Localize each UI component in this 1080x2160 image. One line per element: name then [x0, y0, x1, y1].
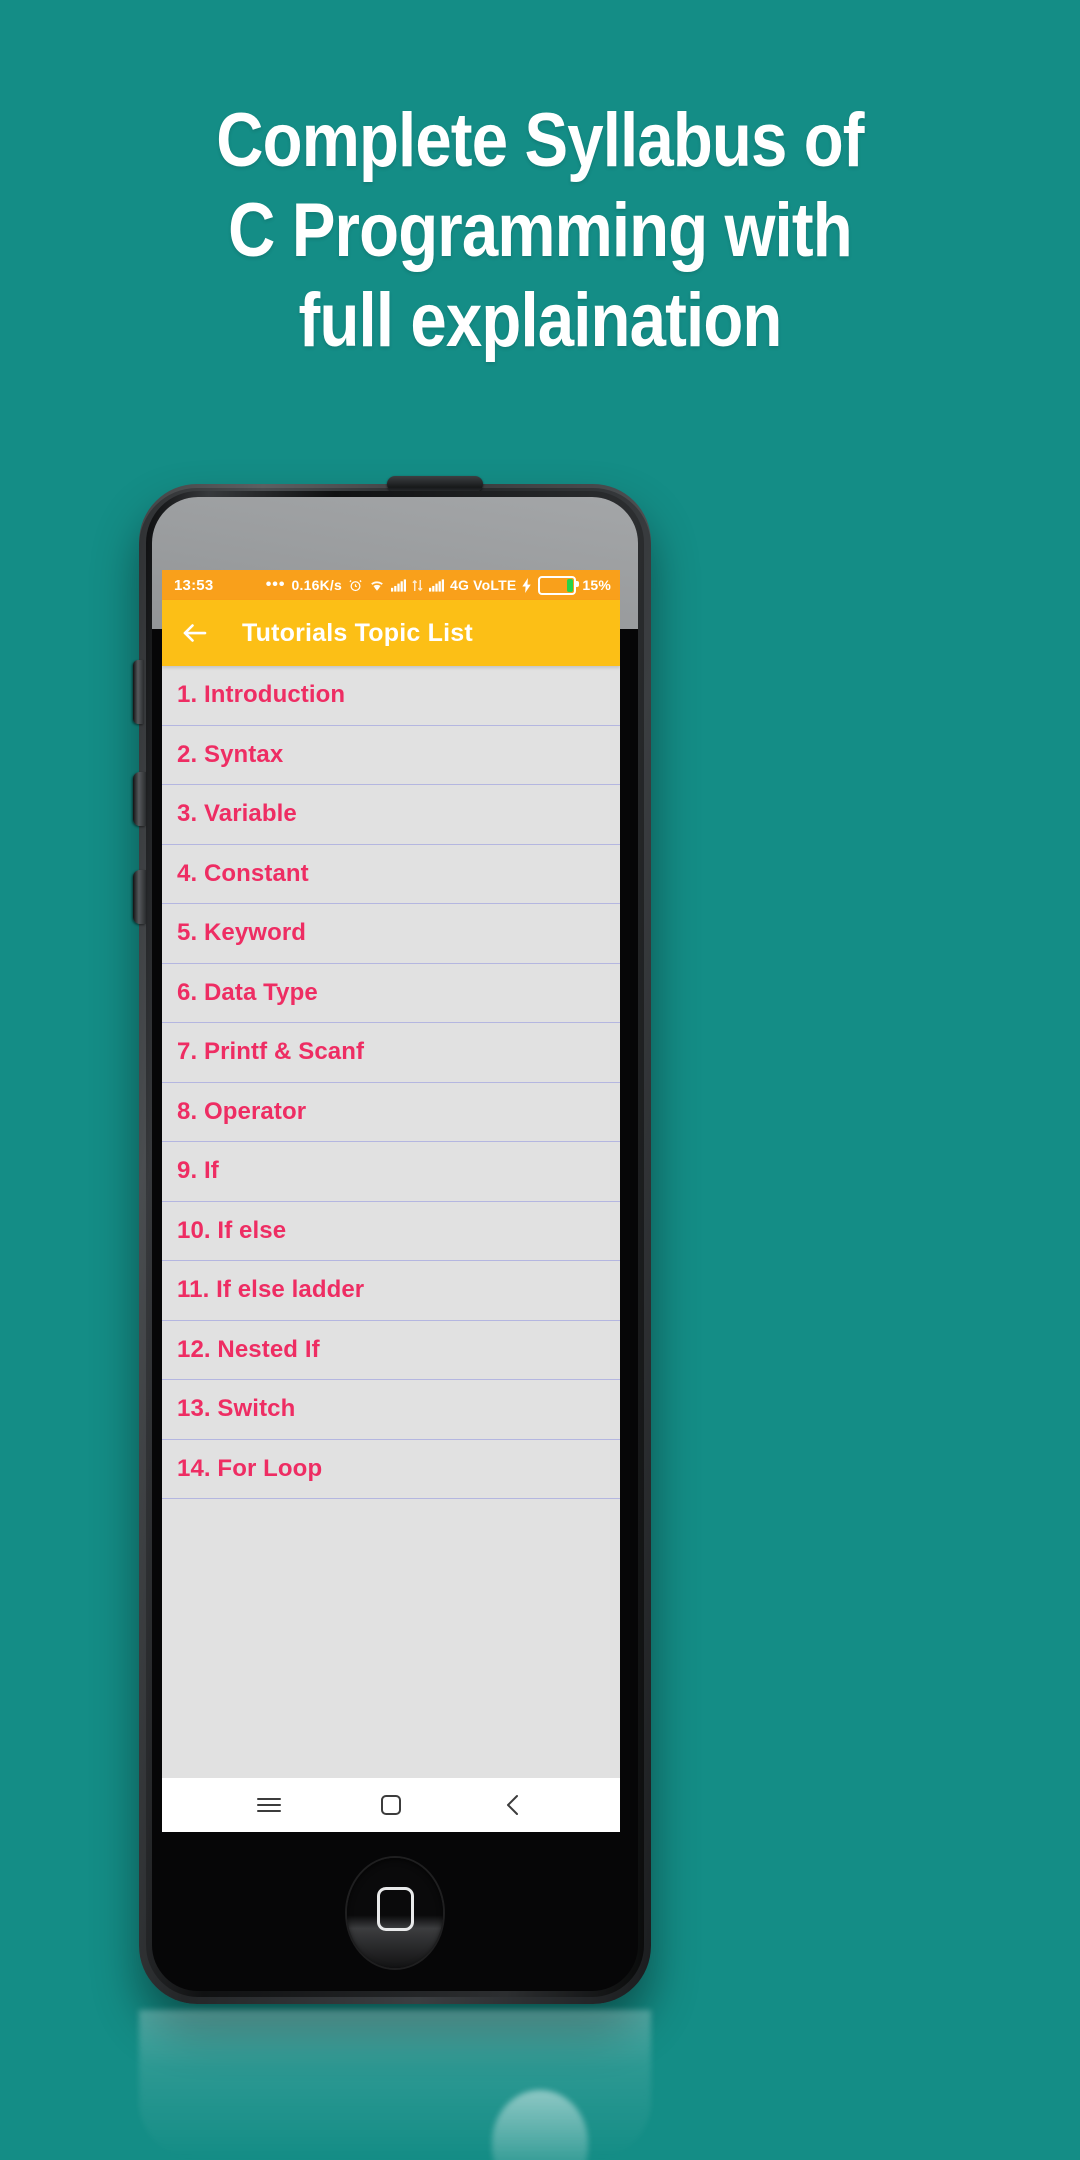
topic-list-item[interactable]: 5. Keyword [162, 904, 620, 964]
topic-list-item-label: 14. For Loop [177, 1454, 323, 1482]
chevron-left-icon[interactable] [485, 1785, 541, 1825]
network-speed-label: 0.16K/s [291, 577, 342, 593]
topic-list[interactable]: 1. Introduction 2. Syntax 3. Variable 4. Co… [162, 666, 620, 1832]
android-nav-bar [162, 1778, 620, 1832]
topic-list-item[interactable]: 14. For Loop [162, 1439, 620, 1499]
topic-list-item-label: 6. Data Type [177, 978, 318, 1006]
topic-list-item-label: 10. If else [177, 1216, 287, 1244]
earpiece-speaker-icon [387, 476, 483, 492]
topic-list-item-label: 7. Printf & Scanf [177, 1038, 365, 1066]
signal-bars-icon [390, 578, 406, 592]
topic-list-item[interactable]: 4. Constant [162, 844, 620, 904]
home-button-reflection [492, 2090, 588, 2160]
topic-list-item-label: 12. Nested If [177, 1335, 320, 1363]
side-button-upper[interactable] [133, 772, 146, 826]
topic-list-item-label: 11. If else ladder [177, 1276, 365, 1304]
topic-list-item[interactable]: 11. If else ladder [162, 1261, 620, 1321]
app-bar-title: Tutorials Topic List [242, 618, 473, 647]
battery-level-label: 15% [582, 577, 611, 593]
topic-list-item[interactable]: 1. Introduction [162, 666, 620, 726]
topic-list-item[interactable]: 8. Operator [162, 1082, 620, 1142]
topic-list-item[interactable]: 9. If [162, 1142, 620, 1202]
headline-line-3: full explaination [298, 278, 783, 363]
topic-list-item[interactable]: 6. Data Type [162, 963, 620, 1023]
volume-rocker-button[interactable] [133, 660, 144, 724]
side-button-lower[interactable] [133, 870, 146, 924]
promo-screenshot: Complete Syllabus of C Programming with … [0, 0, 1080, 2160]
topic-list-item[interactable]: 7. Printf & Scanf [162, 1023, 620, 1083]
network-type-label: 4G VoLTE [449, 577, 517, 593]
home-square-glyph-icon [376, 1887, 414, 1931]
status-time: 13:53 [174, 576, 214, 594]
status-bar: 13:53 ••• 0.16K/s 4G VoLTE 15% [162, 570, 620, 600]
home-square-icon[interactable] [363, 1785, 419, 1825]
back-arrow-icon[interactable] [180, 618, 210, 648]
charging-bolt-icon [522, 577, 532, 593]
battery-icon [538, 575, 580, 595]
topic-list-item[interactable]: 10. If else [162, 1201, 620, 1261]
topic-list-item-label: 2. Syntax [177, 740, 284, 768]
menu-lines-icon[interactable] [241, 1785, 297, 1825]
topic-list-item-label: 3. Variable [177, 800, 297, 828]
app-bar: Tutorials Topic List [162, 600, 620, 666]
headline-line-1: Complete Syllabus of [216, 98, 864, 183]
more-dots-icon: ••• [265, 576, 286, 593]
topic-list-item-label: 8. Operator [177, 1097, 307, 1125]
phone-mockup: 13:53 ••• 0.16K/s 4G VoLTE 15% Tutorials… [133, 476, 651, 2004]
alarm-clock-icon [348, 578, 363, 593]
phone-reflection [139, 2010, 651, 2160]
topic-list-item-label: 13. Switch [177, 1395, 296, 1423]
topic-list-item-label: 5. Keyword [177, 919, 307, 947]
topic-list-item-label: 1. Introduction [177, 681, 346, 709]
home-button[interactable] [347, 1858, 443, 1968]
topic-list-item-label: 9. If [177, 1157, 219, 1185]
battery-fill [567, 578, 574, 592]
topic-list-item[interactable]: 12. Nested If [162, 1320, 620, 1380]
topic-list-item[interactable]: 2. Syntax [162, 725, 620, 785]
phone-screen: 13:53 ••• 0.16K/s 4G VoLTE 15% Tutorials… [162, 570, 620, 1832]
topic-list-item[interactable]: 13. Switch [162, 1380, 620, 1440]
signal-bars-icon-2 [428, 578, 444, 592]
topic-list-item-label: 4. Constant [177, 859, 309, 887]
phone-frame: 13:53 ••• 0.16K/s 4G VoLTE 15% Tutorials… [133, 476, 651, 2004]
wifi-icon [369, 579, 385, 592]
promo-headline: Complete Syllabus of C Programming with … [76, 96, 1005, 366]
headline-line-2: C Programming with [228, 188, 852, 273]
status-icons: ••• 0.16K/s 4G VoLTE 15% [265, 575, 611, 595]
data-arrows-icon [412, 579, 423, 592]
topic-list-item[interactable]: 3. Variable [162, 785, 620, 845]
